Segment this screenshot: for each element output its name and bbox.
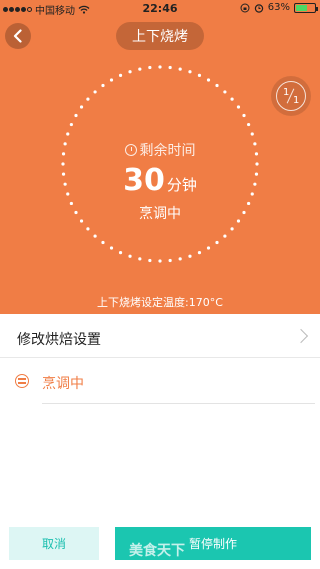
remaining-time-label: 剩余时间 <box>139 143 196 159</box>
dial-dot <box>230 227 234 231</box>
dial-dot <box>93 90 97 94</box>
dial-dot <box>168 258 172 263</box>
cooking-status-text: 烹调中 <box>139 206 181 222</box>
dial-dot <box>158 259 162 263</box>
dial-dot <box>79 105 84 109</box>
chevron-left-icon <box>13 29 22 43</box>
dial-dot <box>148 65 152 70</box>
dial-dot <box>188 70 192 74</box>
dial-dot <box>93 234 97 238</box>
chevron-right-icon <box>293 328 309 344</box>
dial-dot <box>197 251 202 255</box>
clock-icon <box>124 144 137 156</box>
cooking-status-label: 烹调中 <box>42 376 84 392</box>
cancel-button[interactable]: 取消 <box>9 527 99 560</box>
cooking-status-row: 烹调中 <box>0 366 320 404</box>
dial-dot <box>158 65 162 69</box>
page-title: 上下烧烤 <box>116 22 204 50</box>
page-indicator-total: 1 <box>293 95 300 106</box>
remaining-time-unit: 分钟 <box>166 176 197 194</box>
timer-header: 中国移动 22:46 63% 上下烧烤 1 1 剩余时间 30 分钟 烹调中 上… <box>0 0 320 314</box>
alarm-icon <box>254 3 263 13</box>
dial-dot <box>215 240 219 245</box>
modify-baking-settings-label: 修改烘焙设置 <box>17 332 101 348</box>
remaining-time-label-row: 剩余时间 <box>0 140 320 160</box>
dial-dot <box>138 67 142 71</box>
dial-dot <box>128 254 132 258</box>
dial-dot <box>247 122 251 127</box>
dial-dot <box>101 240 105 245</box>
heating-icon <box>15 374 29 388</box>
dial-dot <box>118 251 123 255</box>
temperature-setting-text: 上下烧烤设定温度:170°C <box>97 296 223 309</box>
dial-dot <box>250 132 254 136</box>
dial-dot <box>101 83 105 88</box>
back-button[interactable] <box>5 23 31 49</box>
dial-dot <box>215 83 219 88</box>
divider <box>42 403 315 404</box>
dial-dot <box>178 67 182 71</box>
modify-baking-settings-row[interactable]: 修改烘焙设置 <box>0 320 320 358</box>
dial-dot <box>230 97 234 101</box>
dial-dot <box>138 257 142 261</box>
dial-dot <box>66 132 70 136</box>
remaining-time: 30 分钟 <box>0 163 320 198</box>
dial-dot <box>197 73 202 77</box>
dial-dot <box>118 73 123 77</box>
dial-dot <box>86 227 90 231</box>
status-bar-right: 63% <box>240 2 318 13</box>
page-indicator: 1 1 <box>271 76 311 116</box>
dial-dot <box>236 105 241 109</box>
remaining-time-value: 30 <box>123 163 165 198</box>
dial-dot <box>86 97 90 101</box>
dial-dot <box>206 78 211 82</box>
dial-dot <box>74 113 78 118</box>
dial-dot <box>223 90 227 94</box>
dial-dot <box>148 258 152 263</box>
battery-percent: 63% <box>267 2 290 13</box>
dial-dot <box>109 78 114 82</box>
dial-dot <box>128 70 132 74</box>
battery-icon <box>294 2 318 13</box>
dial-dot <box>69 122 73 127</box>
dial-dot <box>168 65 172 70</box>
dial-dot <box>109 246 114 250</box>
dial-dot <box>178 257 182 261</box>
watermark-logo: 美食天下 <box>129 543 185 559</box>
status-bar: 中国移动 22:46 63% <box>0 0 320 18</box>
dial-dot <box>206 246 211 250</box>
dial-dot <box>223 234 227 238</box>
cooking-screen: 中国移动 22:46 63% 上下烧烤 1 1 剩余时间 30 分钟 烹调中 上… <box>0 0 320 569</box>
rotation-lock-icon <box>240 3 250 12</box>
dial-dot <box>188 254 192 258</box>
dial-dot <box>242 113 246 118</box>
